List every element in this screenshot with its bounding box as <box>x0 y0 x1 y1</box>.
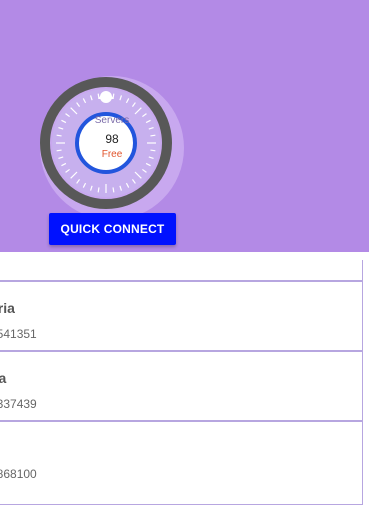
server-row[interactable]: aria 7541351 <box>0 281 363 351</box>
server-ip: 9868100 <box>0 467 37 481</box>
server-row[interactable]: da 4337439 <box>0 351 363 421</box>
gauge-readout: Servers 98 Free <box>38 74 186 222</box>
server-ip: 7541351 <box>0 327 37 341</box>
quick-connect-button[interactable]: QUICK CONNECT <box>49 213 176 245</box>
server-name: da <box>0 370 7 386</box>
servers-label: Servers <box>94 115 130 126</box>
servers-status: Free <box>101 149 123 160</box>
hero-banner: Servers 98 Free QUICK CONNECT <box>0 0 369 252</box>
list-header-card <box>0 260 363 281</box>
server-ip: 4337439 <box>0 397 37 411</box>
server-gauge: Servers 98 Free <box>38 74 186 222</box>
server-name: aria <box>0 300 15 316</box>
server-row[interactable]: e 9868100 <box>0 421 363 505</box>
servers-count: 98 <box>105 132 119 146</box>
